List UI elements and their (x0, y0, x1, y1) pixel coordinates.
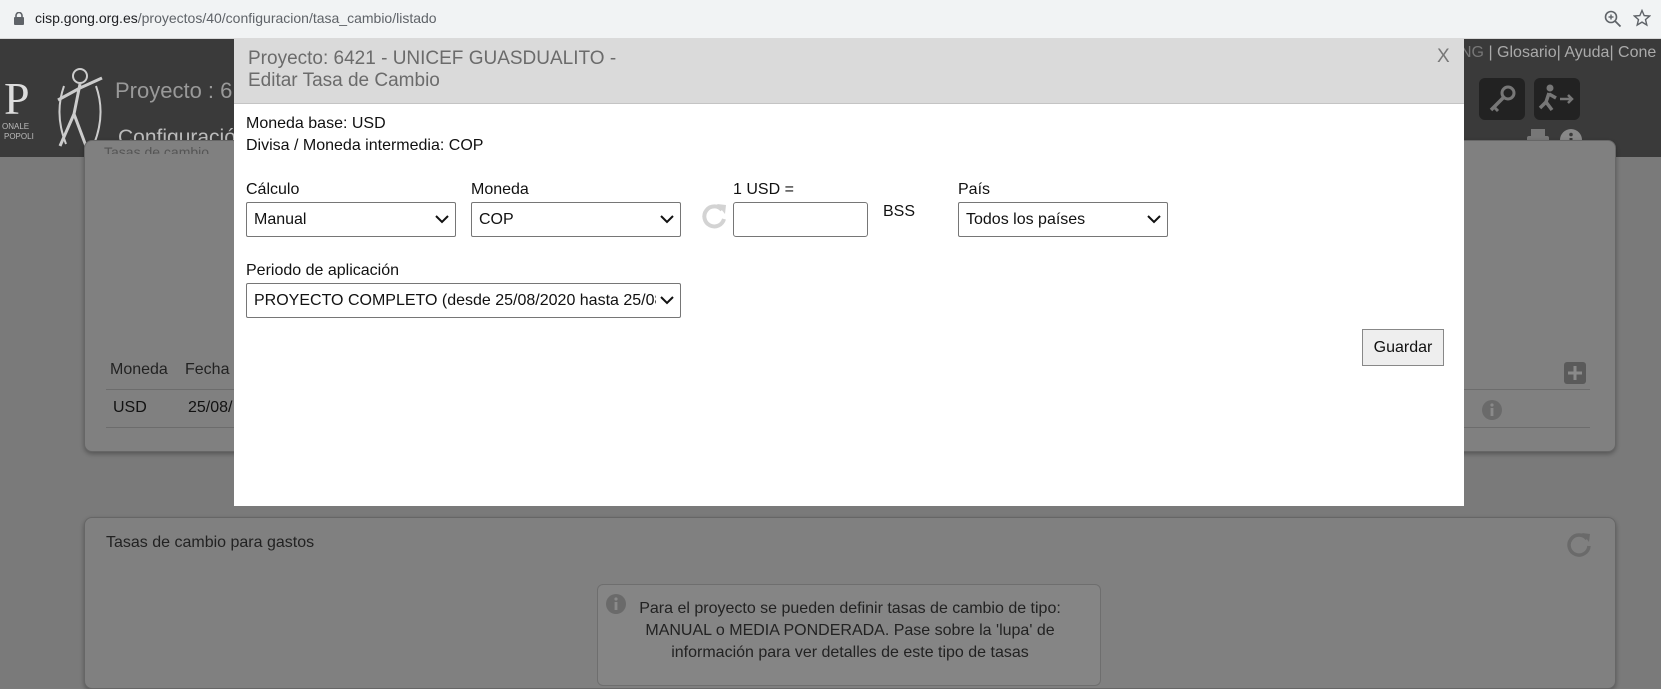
logo-small-text-2: POPOLI (4, 132, 34, 141)
exit-icon (1538, 84, 1574, 112)
info-icon[interactable] (605, 593, 627, 615)
zoom-icon[interactable] (1604, 10, 1622, 28)
modal-header: Proyecto: 6421 - UNICEF GUASDUALITO - Ed… (234, 38, 1464, 104)
close-button[interactable]: X (1437, 46, 1450, 68)
calculo-value: Manual (254, 211, 307, 228)
info-note-text: Para el proyecto se pueden definir tasas… (639, 600, 1061, 661)
modal-title: Proyecto: 6421 - UNICEF GUASDUALITO - Ed… (248, 48, 616, 92)
logo: P ONALE POPOLI (0, 60, 110, 152)
url-host: cisp.gong.org.es (35, 10, 138, 26)
modal-title-line1: Proyecto: 6421 - UNICEF GUASDUALITO - (248, 48, 617, 69)
top-link-glosario[interactable]: | Glosario (1488, 44, 1556, 61)
pais-label: País (958, 181, 991, 198)
table-header-moneda: Moneda (110, 361, 168, 378)
rate-label: 1 USD = (733, 181, 794, 198)
panel2-title: Tasas de cambio para gastos (106, 534, 315, 551)
top-link-conectar[interactable]: | Cone (1609, 44, 1656, 61)
table-header-fecha: Fecha (185, 361, 230, 378)
rate-unit: BSS (883, 203, 916, 220)
calculo-select[interactable]: Manual (246, 202, 456, 237)
chevron-down-icon (435, 215, 449, 224)
refresh-icon[interactable] (700, 201, 728, 231)
periodo-select[interactable]: PROYECTO COMPLETO (desde 25/08/2020 hast… (246, 283, 681, 318)
url-text[interactable]: cisp.gong.org.es/proyectos/40/configurac… (35, 10, 437, 26)
moneda-label: Moneda (471, 181, 529, 198)
periodo-value: PROYECTO COMPLETO (desde 25/08/2020 hast… (254, 292, 656, 309)
top-link-ayuda[interactable]: | Ayuda (1557, 44, 1610, 61)
table-cell-fecha: 25/08/ (188, 399, 233, 416)
row-info-icon[interactable] (1481, 399, 1503, 421)
moneda-select[interactable]: COP (471, 202, 681, 237)
panel1-title-partial: Tasas de cambio (104, 144, 210, 154)
lock-icon (14, 12, 24, 25)
divisa-text: Divisa / Moneda intermedia: COP (246, 137, 484, 154)
moneda-value: COP (479, 211, 514, 228)
chevron-down-icon (1147, 215, 1161, 224)
logo-figure-icon (57, 68, 103, 147)
exit-button[interactable] (1534, 78, 1580, 120)
key-button[interactable] (1479, 78, 1525, 120)
table-cell-moneda: USD (113, 399, 147, 416)
edit-rate-modal: Proyecto: 6421 - UNICEF GUASDUALITO - Ed… (234, 38, 1464, 506)
url-path: /proyectos/40/configuracion/tasa_cambio/… (137, 10, 437, 26)
refresh-icon[interactable] (1566, 531, 1592, 557)
rate-input[interactable] (733, 202, 868, 237)
save-button[interactable]: Guardar (1362, 329, 1444, 366)
pais-value: Todos los países (966, 211, 1086, 228)
project-title: Proyecto : 6 (115, 78, 233, 103)
browser-url-bar[interactable]: cisp.gong.org.es/proyectos/40/configurac… (0, 0, 1661, 39)
modal-title-line2: Editar Tasa de Cambio (248, 70, 440, 91)
calculo-label: Cálculo (246, 181, 300, 198)
star-icon[interactable] (1633, 9, 1651, 27)
logo-small-text-1: ONALE (2, 122, 30, 131)
chevron-down-icon (660, 215, 674, 224)
logo-letter: P (4, 73, 30, 124)
periodo-label: Periodo de aplicación (246, 262, 399, 279)
add-icon[interactable] (1564, 362, 1586, 384)
top-links: NG | Glosario| Ayuda| Cone (1460, 44, 1656, 62)
moneda-base-text: Moneda base: USD (246, 115, 386, 132)
pais-select[interactable]: Todos los países (958, 202, 1168, 237)
chevron-down-icon (660, 295, 674, 305)
key-icon (1489, 85, 1516, 113)
